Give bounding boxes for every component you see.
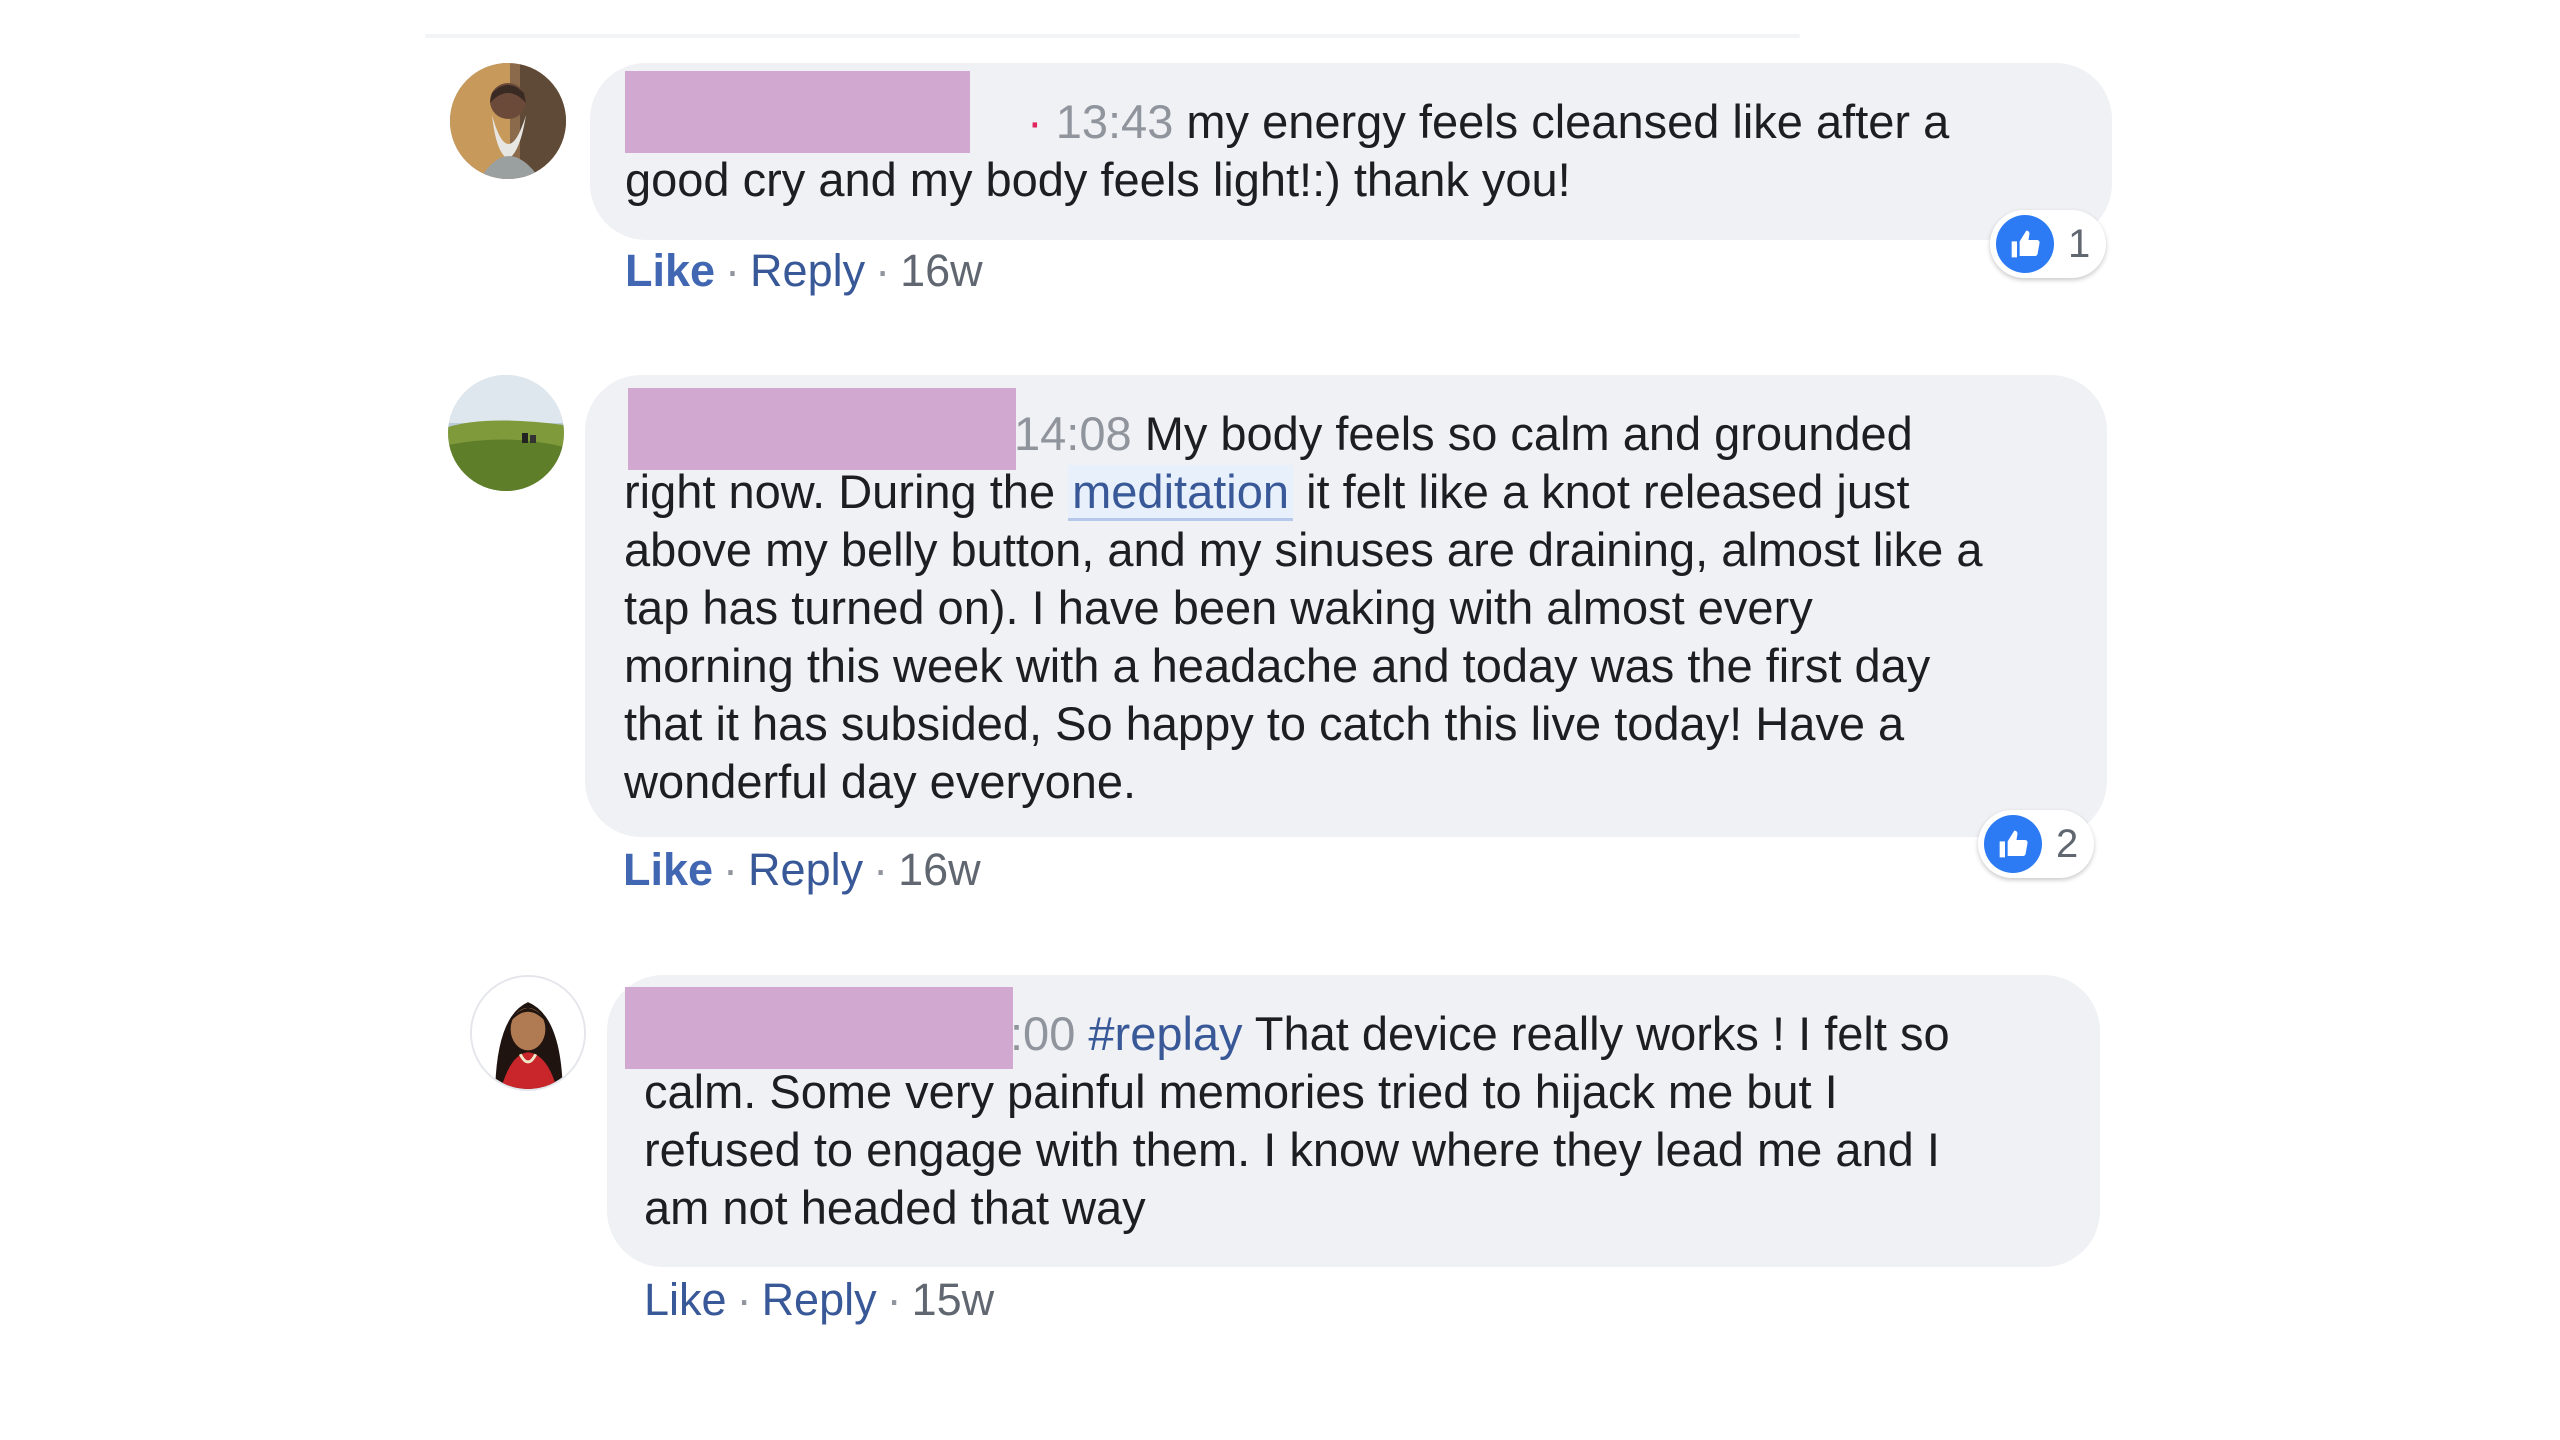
commenter-1-avatar[interactable]: [450, 63, 566, 179]
comment-3-text: :00 #replay That device really works ! I…: [644, 1007, 1950, 1234]
commenter-3-avatar[interactable]: [470, 975, 586, 1091]
comment-age[interactable]: 16w: [898, 844, 981, 895]
comment-1-text: · 13:43 my energy feels cleansed like af…: [625, 95, 1950, 206]
like-button[interactable]: Like: [625, 245, 715, 296]
thumbs-up-icon: [1996, 215, 2054, 273]
commenter-2-avatar[interactable]: [448, 375, 564, 491]
status-dot: ·: [1027, 95, 1056, 148]
like-button[interactable]: Like: [644, 1274, 727, 1325]
reply-button[interactable]: Reply: [750, 245, 865, 296]
comment-2-reactions[interactable]: 2: [1978, 810, 2095, 878]
like-button[interactable]: Like: [623, 844, 713, 895]
comment-age[interactable]: 16w: [900, 245, 983, 296]
comment-1-reactions[interactable]: 1: [1990, 210, 2107, 278]
comment-1-actions: Like · Reply · 16w: [625, 245, 983, 296]
comment-3-actions: Like · Reply · 15w: [644, 1274, 995, 1325]
top-divider: [425, 34, 1800, 38]
comment-3-timestamp[interactable]: :00: [1010, 1007, 1075, 1060]
meditation-link[interactable]: meditation: [1068, 465, 1293, 521]
reaction-count: 1: [2068, 222, 2091, 266]
comment-2-actions: Like · Reply · 16w: [623, 844, 981, 895]
comment-2-text: 14:08 My body feels so calm and grounded…: [624, 407, 1983, 808]
comment-2-timestamp[interactable]: 14:08: [1014, 407, 1132, 460]
replay-hashtag[interactable]: #replay: [1088, 1007, 1242, 1060]
comment-1-timestamp[interactable]: 13:43: [1056, 95, 1174, 148]
comment-age[interactable]: 15w: [912, 1274, 995, 1325]
reply-button[interactable]: Reply: [748, 844, 863, 895]
reply-button[interactable]: Reply: [762, 1274, 877, 1325]
thumbs-up-icon: [1984, 815, 2042, 873]
reaction-count: 2: [2056, 822, 2079, 866]
